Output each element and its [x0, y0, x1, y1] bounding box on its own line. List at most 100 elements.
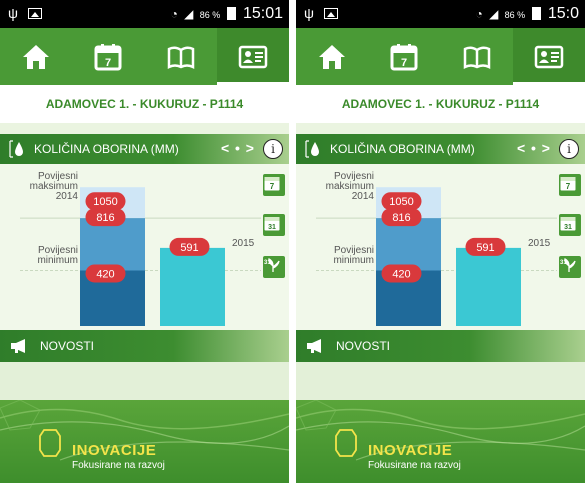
book-icon: [463, 45, 491, 69]
period-season-button[interactable]: 31: [263, 256, 285, 278]
home-icon: [23, 44, 49, 69]
wifi-icon: ◔: [170, 7, 178, 21]
image-notification-icon: [324, 8, 338, 19]
image-notification-icon: [28, 8, 42, 19]
period-7-days-button[interactable]: 7: [263, 174, 285, 196]
battery-icon: [531, 7, 541, 20]
field-title: ADAMOVEC 1. - KUKURUZ - P1114: [45, 97, 244, 111]
nav-profile[interactable]: [217, 28, 289, 85]
home-icon: [319, 44, 345, 69]
calendar-7-icon: 7: [94, 43, 122, 70]
nav-book[interactable]: [441, 28, 513, 85]
book-icon: [167, 45, 195, 69]
water-drop-icon: [305, 140, 319, 158]
banner-title: INOVACIJE: [72, 442, 157, 459]
plant-31-icon: 31: [560, 258, 576, 272]
period-7-days-button[interactable]: 7: [559, 174, 581, 196]
signal-icon: ◢: [184, 7, 194, 21]
precip-title: KOLIČINA OBORINA (MM): [330, 142, 475, 156]
phone-screen-left: ψ ◔ ◢ 86 % 15:01 7 ADAMOVEC 1. - KUKURUZ…: [0, 0, 289, 483]
calendar-31-icon: 31: [264, 217, 280, 231]
battery-percent: 86 %: [199, 10, 221, 20]
water-drop-icon: [9, 140, 23, 158]
ylabel-historical-max: Povijesni maksimum 2014: [325, 171, 374, 202]
innovation-banner[interactable]: INOVACIJE Fokusirane na razvoj: [0, 400, 289, 483]
svg-text:7: 7: [105, 57, 111, 69]
nav-home[interactable]: [0, 28, 72, 85]
signal-icon: ◢: [489, 7, 499, 21]
label-min: 420: [392, 268, 410, 280]
megaphone-icon: [307, 339, 321, 353]
label-current: 591: [476, 242, 494, 254]
calendar-7-icon: 7: [264, 177, 280, 191]
year-label-2015: 2015: [232, 238, 255, 249]
plant-31-icon: 31: [264, 258, 280, 272]
calendar-7-icon: 7: [390, 43, 418, 70]
phone-screen-right: ψ ◔ ◢ 86 % 15:0 7 ADAMOVEC 1. - KUKURUZ …: [296, 0, 585, 483]
field-title-bar: ADAMOVEC 1. - KUKURUZ - P1114: [0, 85, 289, 123]
svg-text:7: 7: [270, 182, 275, 191]
chart-pager-control[interactable]: < • >: [221, 140, 255, 156]
label-min: 420: [96, 268, 114, 280]
banner-subtitle: Fokusirane na razvoj: [368, 460, 461, 471]
nav-book[interactable]: [145, 28, 217, 85]
innovation-logo-icon: [335, 429, 357, 457]
precip-chart: 1050 816 420 591 Povijesni maksimum 2014 Povi…: [296, 164, 585, 335]
period-season-button[interactable]: 31: [559, 256, 581, 278]
label-max: 816: [392, 212, 410, 224]
calendar-7-icon: 7: [560, 177, 576, 191]
label-current: 591: [180, 242, 198, 254]
banner-subtitle: Fokusirane na razvoj: [72, 460, 165, 471]
status-bar: ψ ◔ ◢ 86 % 15:0: [296, 0, 585, 28]
year-label-2015: 2015: [528, 238, 551, 249]
ylabel-historical-min: Povijesni minimum: [37, 245, 78, 266]
info-button[interactable]: i: [559, 139, 579, 159]
precip-header: KOLIČINA OBORINA (MM) < • > i: [0, 134, 289, 164]
nav-home[interactable]: [296, 28, 368, 85]
field-title-bar: ADAMOVEC 1. - KUKURUZ - P1114: [296, 85, 585, 123]
calendar-31-icon: 31: [560, 217, 576, 231]
field-title: ADAMOVEC 1. - KUKURUZ - P1114: [341, 97, 540, 111]
svg-text:7: 7: [401, 57, 407, 69]
top-nav: 7: [296, 28, 585, 85]
bar-2015: [160, 247, 225, 326]
precip-chart: 1050 816 420 591 Povijesni maksimum 2014 Povi…: [0, 164, 289, 335]
nav-calendar[interactable]: 7: [368, 28, 440, 85]
info-button[interactable]: i: [263, 139, 283, 159]
user-card-icon: [238, 45, 268, 68]
news-header[interactable]: NOVOSTI: [296, 330, 585, 362]
wifi-icon: ◔: [475, 7, 483, 21]
status-clock: 15:01: [242, 5, 283, 22]
ylabel-historical-min: Povijesni minimum: [333, 245, 374, 266]
period-31-days-button[interactable]: 31: [559, 214, 581, 236]
innovation-banner[interactable]: INOVACIJE Fokusirane na razvoj: [296, 400, 585, 483]
news-header[interactable]: NOVOSTI: [0, 330, 289, 362]
bar-2015: [456, 247, 521, 326]
precip-title: KOLIČINA OBORINA (MM): [34, 142, 179, 156]
megaphone-icon: [11, 339, 25, 353]
svg-text:31: 31: [268, 224, 276, 231]
usb-icon: ψ: [304, 5, 314, 21]
news-list: [296, 362, 585, 400]
news-title: NOVOSTI: [40, 339, 95, 353]
label-max: 816: [96, 212, 114, 224]
innovation-logo-icon: [39, 429, 61, 457]
news-list: [0, 362, 289, 400]
precip-header: KOLIČINA OBORINA (MM) < • > i: [296, 134, 585, 164]
nav-calendar[interactable]: 7: [72, 28, 144, 85]
chart-pager-control[interactable]: < • >: [517, 140, 551, 156]
battery-percent: 86 %: [504, 10, 526, 20]
battery-icon: [226, 7, 236, 20]
label-max-top: 1050: [389, 196, 413, 208]
status-clock: 15:0: [547, 5, 579, 22]
period-31-days-button[interactable]: 31: [263, 214, 285, 236]
news-title: NOVOSTI: [336, 339, 391, 353]
nav-profile[interactable]: [513, 28, 585, 85]
ylabel-historical-max: Povijesni maksimum 2014: [29, 171, 78, 202]
label-max-top: 1050: [93, 196, 117, 208]
banner-title: INOVACIJE: [368, 442, 453, 459]
top-nav: 7: [0, 28, 289, 85]
status-bar: ψ ◔ ◢ 86 % 15:01: [0, 0, 289, 28]
user-card-icon: [534, 45, 564, 68]
svg-text:7: 7: [566, 182, 571, 191]
